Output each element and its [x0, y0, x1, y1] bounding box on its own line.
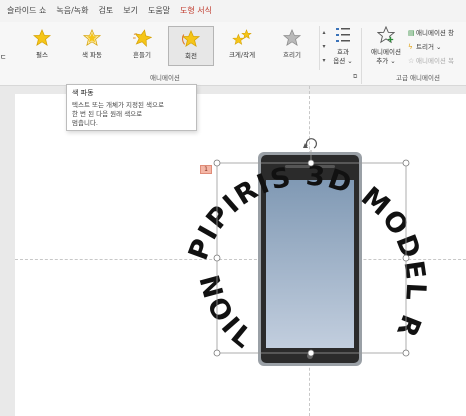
animation-order-tag[interactable]: 1 — [200, 165, 212, 174]
resize-handle-bottom-left[interactable] — [213, 349, 221, 357]
effect-tooltip: 색 파동 텍스트 또는 개체가 지정된 색으로 한 번 된 다음 원래 색으로 … — [66, 84, 197, 131]
bottom-curved-text: NOIL — [192, 272, 256, 357]
resize-handle-right[interactable] — [402, 254, 410, 262]
resize-handle-left[interactable] — [213, 254, 221, 262]
tooltip-line-1: 텍스트 또는 개체가 지정된 색으로 — [72, 101, 164, 109]
resize-handle-top-right[interactable] — [402, 159, 410, 167]
resize-handle-top[interactable] — [307, 159, 315, 167]
tooltip-line-3: 멈춥니다. — [72, 119, 98, 127]
resize-handle-top-left[interactable] — [213, 159, 221, 167]
rotate-handle-icon[interactable] — [303, 138, 318, 149]
tooltip-title: 색 파동 — [72, 89, 94, 97]
slide-content: PIPIRIS 3D MODEL R NOIL — [183, 138, 429, 366]
svg-text:NOIL: NOIL — [192, 272, 260, 357]
resize-handle-bottom-right[interactable] — [402, 349, 410, 357]
resize-handle-bottom[interactable] — [307, 349, 315, 357]
tooltip-description: 텍스트 또는 개체가 지정된 색으로 한 번 된 다음 원래 색으로 멈춥니다. — [72, 101, 191, 128]
tooltip-line-2: 한 번 된 다음 원래 색으로 — [72, 110, 143, 118]
